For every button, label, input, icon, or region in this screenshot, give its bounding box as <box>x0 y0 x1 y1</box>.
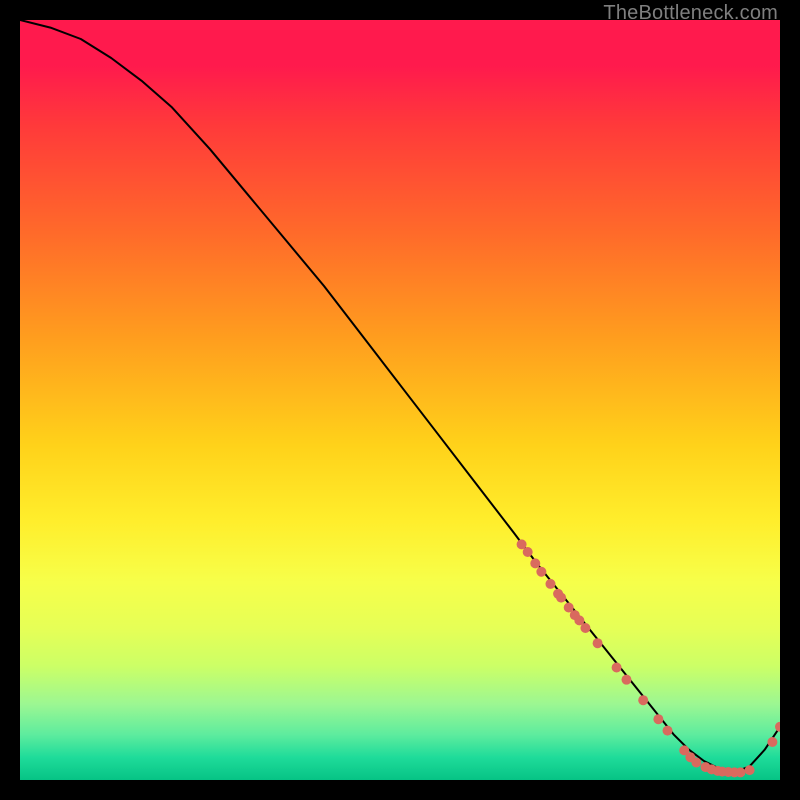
bottleneck-curve <box>20 20 780 772</box>
data-point <box>523 547 533 557</box>
data-point <box>735 767 745 777</box>
data-point <box>621 675 631 685</box>
data-point <box>612 663 622 673</box>
data-point <box>580 623 590 633</box>
data-point <box>536 567 546 577</box>
curve-layer <box>20 20 780 780</box>
data-point <box>556 593 566 603</box>
data-point <box>545 579 555 589</box>
data-point <box>767 737 777 747</box>
data-point <box>775 722 780 732</box>
plot-area <box>20 20 780 780</box>
data-point <box>691 758 701 768</box>
data-point <box>638 695 648 705</box>
data-point <box>663 726 673 736</box>
data-point <box>593 638 603 648</box>
data-point <box>653 714 663 724</box>
chart-container: TheBottleneck.com <box>0 0 800 800</box>
data-point <box>745 765 755 775</box>
highlight-points <box>517 539 780 777</box>
data-point <box>530 558 540 568</box>
